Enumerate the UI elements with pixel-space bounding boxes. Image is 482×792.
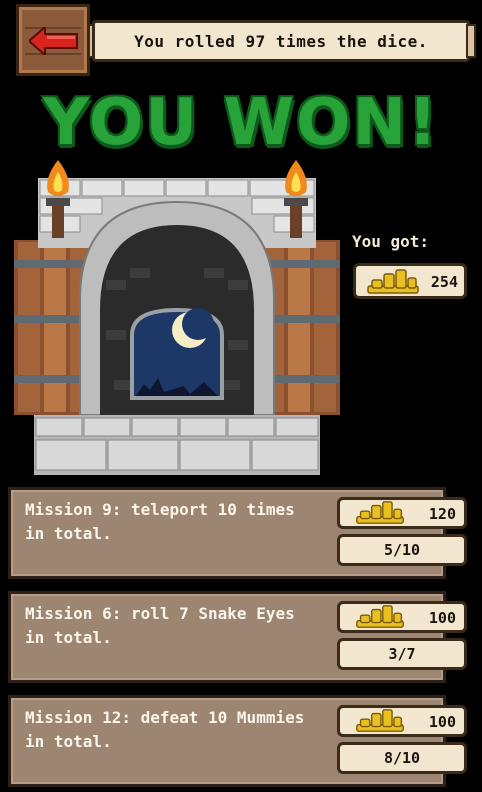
mission-progress: 8/10: [337, 742, 467, 774]
left-arrow-icon: [29, 27, 78, 55]
mission-reward: 100: [337, 601, 467, 633]
you-got-label: You got:: [352, 232, 430, 251]
mission-progress: 5/10: [337, 534, 467, 566]
message-text: You rolled 97 times the dice.: [134, 31, 428, 51]
gold-coins-icon: [356, 605, 404, 628]
mission-reward: 120: [337, 497, 467, 529]
message-banner: You rolled 97 times the dice.: [92, 20, 470, 62]
gold-coins-icon: [356, 709, 404, 732]
mission-text: Mission 9: teleport 10 times in total.: [25, 500, 295, 543]
gold-coins-icon: [356, 501, 404, 524]
reward-badge: 254: [353, 263, 467, 299]
mission-reward-value: 100: [428, 609, 456, 627]
banner-right-cap: [466, 24, 476, 58]
back-button[interactable]: [16, 4, 90, 76]
night-window: [130, 307, 224, 400]
mission-text: Mission 12: defeat 10 Mummies in total.: [25, 708, 305, 751]
mission-progress: 3/7: [337, 638, 467, 670]
reward-amount: 254: [430, 273, 458, 291]
mission-text: Mission 6: roll 7 Snake Eyes in total.: [25, 604, 295, 647]
win-title: YOU WON!: [42, 86, 440, 160]
castle-gate-illustration: [14, 160, 340, 475]
gold-coins-icon: [367, 269, 419, 294]
mission-reward: 100: [337, 705, 467, 737]
mission-reward-value: 100: [428, 713, 456, 731]
mission-reward-value: 120: [428, 505, 456, 523]
